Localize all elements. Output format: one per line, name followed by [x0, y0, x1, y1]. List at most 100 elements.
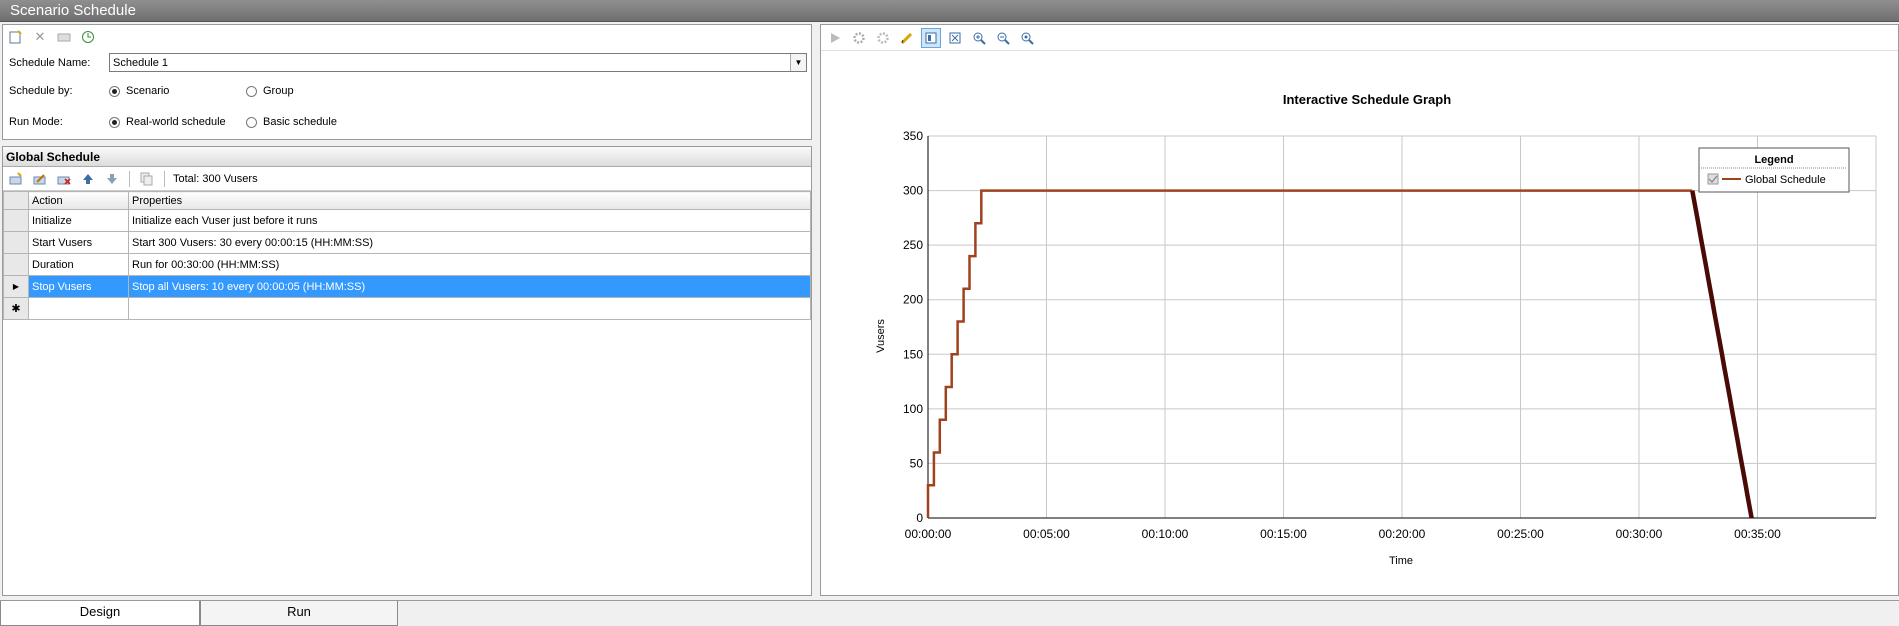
- move-down-icon[interactable]: [103, 170, 121, 188]
- global-schedule-toolbar: Total: 300 Vusers: [3, 167, 811, 191]
- run-mode-row: Run Mode: Real-world schedule Basic sche…: [9, 116, 337, 128]
- action-cell[interactable]: Stop Vusers: [28, 275, 129, 298]
- x-tick-label: 00:30:00: [1616, 527, 1663, 541]
- schedule-name-row: Schedule Name: Schedule 1 ▼: [9, 53, 807, 72]
- properties-cell[interactable]: [128, 297, 811, 320]
- x-tick-label: 00:05:00: [1023, 527, 1070, 541]
- row-selector[interactable]: [3, 253, 29, 276]
- x-tick-label: 00:10:00: [1142, 527, 1189, 541]
- table-row-selected[interactable]: ▶ Stop Vusers Stop all Vusers: 10 every …: [3, 275, 811, 298]
- add-action-icon[interactable]: [7, 170, 25, 188]
- action-cell[interactable]: Duration: [28, 253, 129, 276]
- run-mode-label: Run Mode:: [9, 116, 63, 128]
- x-tick-label: 00:20:00: [1379, 527, 1426, 541]
- schedule-name-select[interactable]: Schedule 1 ▼: [109, 53, 807, 72]
- action-cell[interactable]: [28, 297, 129, 320]
- schedule-graph-panel: Interactive Schedule Graph 0 50 100 150 200 2…: [820, 24, 1899, 596]
- window-title: Scenario Schedule: [0, 0, 1899, 22]
- play-icon[interactable]: [825, 28, 845, 48]
- x-tick-label: 00:35:00: [1734, 527, 1781, 541]
- schedule-clock-icon[interactable]: [79, 28, 97, 46]
- global-schedule-panel: Global Schedule Total: 300 Vusers Action…: [2, 146, 812, 596]
- chart-grid: [928, 135, 1877, 518]
- x-tick-label: 00:00:00: [905, 527, 952, 541]
- y-tick-label: 350: [903, 129, 923, 143]
- schedule-by-label: Schedule by:: [9, 85, 73, 97]
- run-mode-basic-radio[interactable]: Basic schedule: [246, 116, 337, 128]
- row-selector[interactable]: [3, 209, 29, 232]
- global-schedule-header: Global Schedule: [3, 147, 811, 167]
- radio-label: Scenario: [126, 85, 170, 97]
- total-vusers: Total: 300 Vusers: [173, 172, 258, 185]
- radio-label: Real-world schedule: [126, 116, 226, 128]
- run-mode-realworld-radio[interactable]: Real-world schedule: [109, 116, 246, 128]
- properties-cell[interactable]: Initialize each Vuser just before it run…: [128, 209, 811, 232]
- copy-icon[interactable]: [138, 170, 156, 188]
- properties-cell[interactable]: Stop all Vusers: 10 every 00:00:05 (HH:M…: [128, 275, 811, 298]
- rename-icon[interactable]: [55, 28, 73, 46]
- schedule-name-value: Schedule 1: [113, 56, 169, 69]
- properties-cell[interactable]: Run for 00:30:00 (HH:MM:SS): [128, 253, 811, 276]
- pencil-icon[interactable]: [897, 28, 917, 48]
- zoom-out-icon[interactable]: [993, 28, 1013, 48]
- delete-icon[interactable]: ✕: [31, 28, 49, 46]
- table-row[interactable]: Duration Run for 00:30:00 (HH:MM:SS): [3, 253, 811, 276]
- y-tick-label: 200: [903, 293, 923, 307]
- zoom-reset-icon[interactable]: [1017, 28, 1037, 48]
- toolbar-separator: [164, 170, 165, 187]
- chart-title: Interactive Schedule Graph: [1283, 92, 1451, 107]
- graph-toolbar: [821, 25, 1898, 51]
- move-up-icon[interactable]: [79, 170, 97, 188]
- schedule-chart[interactable]: Interactive Schedule Graph 0 50 100 150 200 2…: [821, 52, 1898, 595]
- radio-unselected-icon: [246, 85, 257, 97]
- properties-cell[interactable]: Start 300 Vusers: 30 every 00:00:15 (HH:…: [128, 231, 811, 254]
- schedule-by-scenario-radio[interactable]: Scenario: [109, 85, 246, 97]
- tab-run[interactable]: Run: [200, 601, 398, 626]
- radio-label: Group: [263, 85, 294, 97]
- row-selector[interactable]: [3, 231, 29, 254]
- radio-unselected-icon: [246, 116, 257, 128]
- delete-action-icon[interactable]: [55, 170, 73, 188]
- fit-icon[interactable]: [945, 28, 965, 48]
- table-row[interactable]: Initialize Initialize each Vuser just be…: [3, 209, 811, 232]
- radio-selected-icon: [109, 116, 120, 128]
- view-tabstrip: Design Run: [0, 600, 1899, 626]
- view-icon[interactable]: [921, 27, 941, 48]
- radio-label: Basic schedule: [263, 116, 337, 128]
- y-tick-label: 0: [916, 511, 923, 525]
- grid-header-row: Action Properties: [3, 191, 811, 210]
- y-tick-label: 300: [903, 184, 923, 198]
- cogs-icon[interactable]: [873, 28, 893, 48]
- x-tick-label: 00:15:00: [1260, 527, 1307, 541]
- global-schedule-grid: Action Properties Initialize Initialize …: [3, 191, 811, 320]
- gear-icon[interactable]: [849, 28, 869, 48]
- column-header-properties[interactable]: Properties: [128, 191, 811, 210]
- y-tick-label: 250: [903, 238, 923, 252]
- y-tick-label: 150: [903, 347, 923, 361]
- y-tick-label: 100: [903, 402, 923, 416]
- chevron-down-icon[interactable]: ▼: [790, 54, 806, 71]
- legend-title: Legend: [1754, 154, 1793, 166]
- tab-design[interactable]: Design: [0, 601, 200, 626]
- action-cell[interactable]: Initialize: [28, 209, 129, 232]
- schedule-by-row: Schedule by: Scenario Group: [9, 85, 294, 97]
- legend-entry: Global Schedule: [1745, 174, 1826, 186]
- schedule-name-label: Schedule Name:: [9, 56, 91, 69]
- new-schedule-icon[interactable]: [7, 28, 25, 46]
- x-tick-label: 00:25:00: [1497, 527, 1544, 541]
- new-row[interactable]: ✱: [3, 297, 811, 320]
- radio-selected-icon: [109, 85, 120, 97]
- column-header-action[interactable]: Action: [28, 191, 129, 210]
- action-cell[interactable]: Start Vusers: [28, 231, 129, 254]
- x-axis-label: Time: [1389, 555, 1413, 567]
- schedule-definition-panel: ✕ Schedule Name: Schedule 1 ▼ Schedule b…: [2, 24, 812, 140]
- y-tick-label: 50: [910, 456, 924, 470]
- schedule-by-group-radio[interactable]: Group: [246, 85, 294, 97]
- y-axis-label: Vusers: [875, 319, 887, 353]
- zoom-in-icon[interactable]: [969, 28, 989, 48]
- chart-legend[interactable]: Legend Global Schedule: [1698, 147, 1850, 193]
- current-row-icon[interactable]: ▶: [3, 275, 29, 298]
- table-row[interactable]: Start Vusers Start 300 Vusers: 30 every …: [3, 231, 811, 254]
- edit-action-icon[interactable]: [31, 170, 49, 188]
- new-row-icon[interactable]: ✱: [3, 297, 29, 320]
